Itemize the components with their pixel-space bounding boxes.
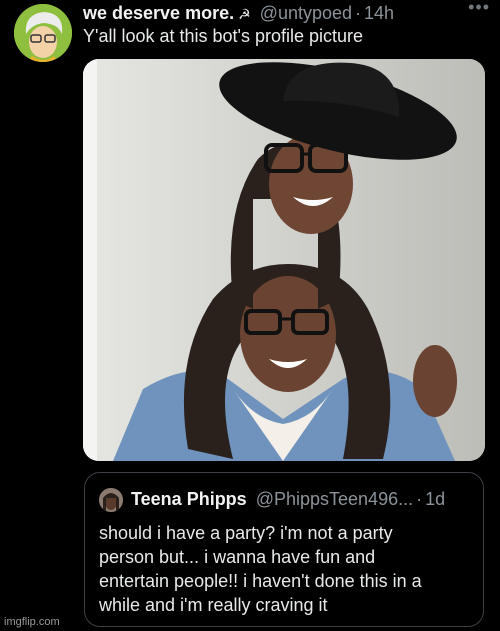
tweet-header: we deserve more. ☭ @untypoed · 14h ••• [83, 0, 490, 27]
quoted-text-line: entertain people!! i haven't done this i… [99, 571, 422, 591]
imgflip-watermark: imgflip.com [4, 616, 60, 628]
author-handle[interactable]: @untypoed [260, 3, 352, 23]
quoted-author-handle[interactable]: @PhippsTeen496... [256, 489, 413, 509]
quoted-author-name[interactable]: Teena Phipps [131, 489, 247, 509]
quoted-text-line: should i have a party? i'm not a party [99, 523, 393, 543]
quoted-tweet-header: Teena Phipps @PhippsTeen496... · 1d [131, 489, 445, 510]
quoted-text-line: while and i'm really craving it [99, 595, 328, 615]
hammer-sickle-emoji: ☭ [238, 6, 251, 22]
quoted-author-avatar[interactable] [99, 488, 123, 512]
quoted-text-line: person but... i wanna have fun and [99, 547, 376, 567]
tweet-text: Y'all look at this bot's profile picture [83, 26, 364, 46]
quoted-tweet-timestamp[interactable]: 1d [425, 489, 445, 509]
quoted-separator-dot: · [416, 489, 423, 509]
tweet-timestamp[interactable]: 14h [364, 3, 394, 23]
author-display-name[interactable]: we deserve more. [83, 3, 234, 23]
more-icon[interactable]: ••• [468, 0, 490, 18]
tweet-photo[interactable] [83, 59, 485, 461]
quoted-tweet-text: should i have a party? i'm not a party p… [99, 521, 479, 617]
quoted-tweet[interactable]: Teena Phipps @PhippsTeen496... · 1d should… [84, 472, 484, 627]
separator-dot: · [355, 3, 362, 23]
author-avatar[interactable] [14, 4, 72, 62]
